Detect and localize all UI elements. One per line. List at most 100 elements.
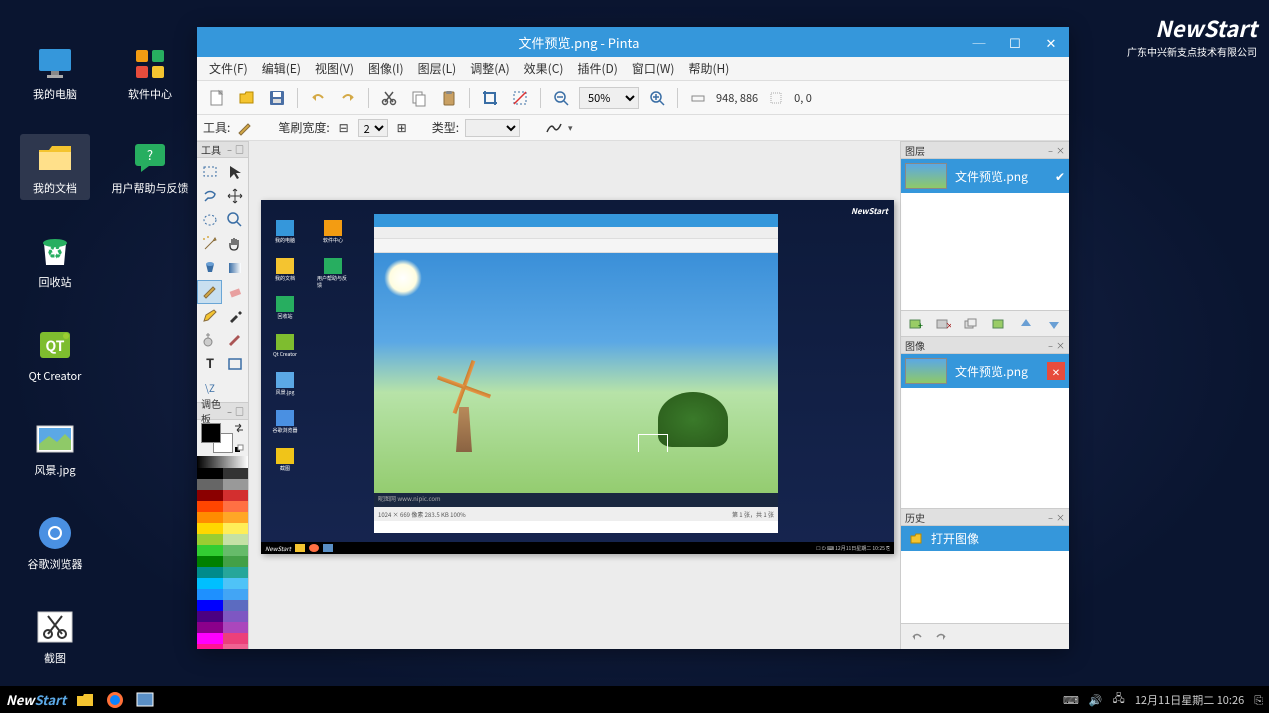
crop-button[interactable] (478, 86, 502, 110)
menu-F[interactable]: 文件(F) (203, 58, 254, 79)
menu-L[interactable]: 图层(L) (412, 58, 463, 79)
desktop-icon-qt[interactable]: QTQt Creator (20, 322, 90, 388)
images-panel-header[interactable]: 图像 –× (901, 336, 1069, 354)
desktop-icon-image[interactable]: 风景.jpg (20, 416, 90, 482)
clock[interactable]: 12月11日星期二 10:26 (1135, 692, 1244, 708)
color-swatch[interactable] (197, 600, 223, 611)
tool-rect-select[interactable] (197, 160, 222, 184)
history-redo-button[interactable] (933, 629, 949, 645)
swap-colors-icon[interactable] (234, 423, 244, 433)
desktop-icon-help[interactable]: ?用户帮助与反馈 (115, 134, 185, 200)
antialias-icon[interactable] (546, 122, 562, 134)
undo-button[interactable] (306, 86, 330, 110)
close-image-button[interactable]: ✕ (1047, 362, 1065, 380)
tool-ellipse-select[interactable] (197, 208, 222, 232)
copy-button[interactable] (407, 86, 431, 110)
menu-W[interactable]: 窗口(W) (626, 58, 681, 79)
color-swatch[interactable] (223, 589, 249, 600)
tool-zoom[interactable] (223, 208, 248, 232)
color-swatch[interactable] (197, 534, 223, 545)
desktop-icon-scissors[interactable]: 截图 (20, 604, 90, 670)
keyboard-icon[interactable]: ⌨ (1063, 692, 1079, 708)
grayscale-row[interactable] (197, 456, 248, 468)
taskbar-pinta-icon[interactable] (134, 689, 156, 711)
color-swatch[interactable] (223, 600, 249, 611)
history-item[interactable]: 打开图像 (901, 526, 1069, 551)
deselect-button[interactable] (508, 86, 532, 110)
tool-bucket[interactable] (197, 256, 222, 280)
tool-move-select[interactable] (223, 160, 248, 184)
tool-magic-wand[interactable] (197, 232, 222, 256)
image-item[interactable]: 文件预览.png ✕ (901, 354, 1069, 388)
color-swatch[interactable] (223, 479, 249, 490)
tool-lasso[interactable] (197, 184, 222, 208)
zoom-in-button[interactable] (645, 86, 669, 110)
titlebar[interactable]: 文件预览.png - Pinta ─ ☐ ✕ (197, 27, 1069, 57)
start-menu-button[interactable]: NewStart (6, 690, 66, 709)
desktop-icon-trash[interactable]: ♻回收站 (20, 228, 90, 294)
brush-increase-button[interactable]: ⊞ (394, 120, 410, 136)
show-desktop-icon[interactable]: ⎘ (1254, 692, 1263, 708)
menu-E[interactable]: 编辑(E) (256, 58, 307, 79)
color-swatch[interactable] (197, 490, 223, 501)
paste-button[interactable] (437, 86, 461, 110)
color-swatch[interactable] (223, 578, 249, 589)
color-swatch[interactable] (223, 534, 249, 545)
color-swatch[interactable] (197, 523, 223, 534)
tools-panel-header[interactable]: 工具 –□ (197, 141, 248, 158)
tool-recolor[interactable] (223, 328, 248, 352)
layer-visible-icon[interactable]: ✔ (1055, 168, 1065, 185)
color-swatch[interactable] (197, 479, 223, 490)
taskbar-files-icon[interactable] (74, 689, 96, 711)
color-swatch[interactable] (223, 622, 249, 633)
color-swatch[interactable] (223, 501, 249, 512)
menu-H[interactable]: 帮助(H) (682, 58, 735, 79)
color-swatch[interactable] (197, 567, 223, 578)
tool-eraser[interactable] (223, 280, 248, 304)
save-button[interactable] (265, 86, 289, 110)
layer-down-button[interactable] (1046, 316, 1062, 332)
desktop-icon-folder[interactable]: 我的文档 (20, 134, 90, 200)
open-file-button[interactable] (235, 86, 259, 110)
color-swatch[interactable] (197, 589, 223, 600)
zoom-select[interactable]: 50% (579, 87, 639, 109)
palette-panel-header[interactable]: 调色板 –□ (197, 402, 248, 420)
history-panel-header[interactable]: 历史 –× (901, 508, 1069, 526)
color-swatch[interactable] (197, 556, 223, 567)
color-swatch[interactable] (223, 523, 249, 534)
canvas-area[interactable]: 我的电脑 我的文档 回收站 Qt Creator 风景.jpg 谷歌浏览器 截图… (249, 141, 900, 649)
tool-move[interactable] (223, 184, 248, 208)
menu-I[interactable]: 图像(I) (362, 58, 410, 79)
tool-brush[interactable] (197, 280, 222, 304)
color-swatch[interactable] (223, 556, 249, 567)
desktop-icon-chrome[interactable]: 谷歌浏览器 (20, 510, 90, 576)
brush-width-select[interactable]: 2 (358, 119, 388, 137)
minimize-button[interactable]: ─ (961, 27, 997, 57)
close-button[interactable]: ✕ (1033, 27, 1069, 57)
desktop-icon-monitor[interactable]: 我的电脑 (20, 40, 90, 106)
color-swatch[interactable] (197, 644, 223, 649)
layers-panel-header[interactable]: 图层 –× (901, 141, 1069, 159)
layer-item[interactable]: 文件预览.png ✔ (901, 159, 1069, 193)
color-swatch[interactable] (223, 644, 249, 649)
tool-pencil[interactable] (197, 304, 222, 328)
color-swatch[interactable] (223, 512, 249, 523)
network-icon[interactable]: 🖧 (1113, 690, 1125, 709)
menu-C[interactable]: 效果(C) (518, 58, 570, 79)
tool-picker[interactable] (223, 304, 248, 328)
zoom-out-button[interactable] (549, 86, 573, 110)
color-swatch[interactable] (197, 545, 223, 556)
color-swatch[interactable] (223, 611, 249, 622)
brush-decrease-button[interactable]: ⊟ (336, 120, 352, 136)
cut-button[interactable] (377, 86, 401, 110)
color-swatch[interactable] (197, 468, 223, 479)
menu-A[interactable]: 调整(A) (464, 58, 515, 79)
brush-type-select[interactable] (465, 119, 520, 137)
maximize-button[interactable]: ☐ (997, 27, 1033, 57)
color-swatch[interactable] (197, 512, 223, 523)
color-swatch[interactable] (223, 490, 249, 501)
tool-shapes[interactable] (223, 352, 248, 376)
foreground-color-swatch[interactable] (201, 423, 221, 443)
color-swatch[interactable] (223, 545, 249, 556)
add-layer-button[interactable]: + (908, 316, 924, 332)
